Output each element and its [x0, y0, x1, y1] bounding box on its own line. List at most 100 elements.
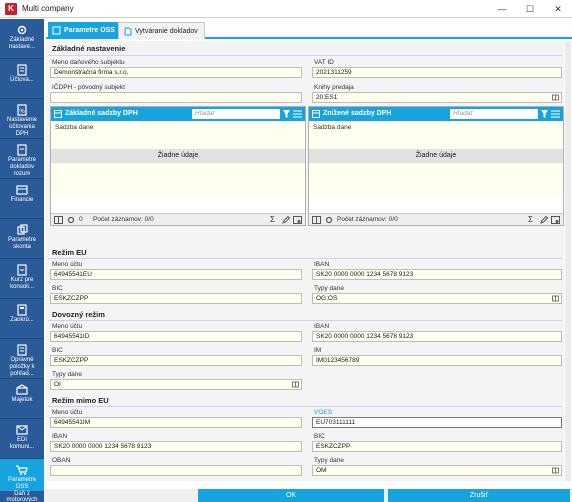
export-icon[interactable]	[293, 216, 302, 224]
minimize-button[interactable]: —	[489, 0, 515, 18]
sidebar-item-finance[interactable]: Financie	[0, 179, 44, 219]
scrollbar[interactable]	[565, 41, 571, 481]
import-account-field[interactable]: 64945541ID	[50, 331, 302, 342]
vat-id-field[interactable]: 2021311259	[312, 67, 562, 78]
gear-icon[interactable]	[325, 216, 333, 224]
eu-account-field[interactable]: 64945541EU	[50, 269, 302, 280]
cancel-button[interactable]: Zrušiť	[388, 489, 570, 502]
edit-icon[interactable]	[540, 216, 548, 224]
section-divider	[48, 320, 562, 321]
import-bic-field[interactable]: ESKZCZPP	[50, 355, 302, 366]
import-iban-field[interactable]: SK20 0000 0000 1234 5678 9123	[312, 331, 562, 342]
sidebar-item-basic-settings[interactable]: Základné nastave...	[0, 19, 44, 59]
menu-icon[interactable]	[293, 110, 302, 118]
correction-icon	[17, 344, 27, 356]
tab-settings-icon	[52, 26, 61, 35]
gear-icon[interactable]	[67, 216, 75, 224]
import-tax-types-field[interactable]: OI	[50, 379, 302, 390]
book-lookup-icon[interactable]	[292, 381, 299, 388]
edit-icon[interactable]	[282, 216, 290, 224]
sales-books-field[interactable]: 20;ES1	[312, 92, 562, 103]
voes-field[interactable]: EU703111111	[312, 417, 562, 428]
import-im-field[interactable]: IM0123456789	[312, 355, 562, 366]
eu-iban-field[interactable]: SK20 0000 0000 1234 5678 9123	[312, 269, 562, 280]
tab-label: Parametre OSS	[64, 27, 115, 34]
book-icon[interactable]	[312, 216, 321, 224]
section-divider	[48, 406, 562, 407]
grid-table-icon	[54, 110, 62, 118]
grid-search-input[interactable]: Hľadať	[450, 109, 538, 119]
close-button[interactable]: ✕	[545, 0, 571, 18]
settings-icon	[17, 25, 27, 35]
original-vat-field[interactable]	[50, 92, 302, 103]
section-title-non-eu: Režim mimo EU	[52, 396, 109, 405]
sum-icon[interactable]: Σ	[528, 215, 533, 224]
sidebar-item-label: Základné nastave...	[8, 37, 35, 50]
non-eu-tax-types-field[interactable]: OM	[312, 465, 562, 476]
non-eu-iban-field[interactable]: SK20 0000 0000 1234 5678 9123	[50, 441, 302, 452]
import-bic-label: BIC	[52, 347, 63, 354]
sidebar-item-discount-params[interactable]: Parametre skonta	[0, 219, 44, 259]
rounding-icon	[17, 304, 27, 316]
action-bar: OK Zrušiť	[44, 489, 572, 502]
sum-icon[interactable]: Σ	[270, 215, 275, 224]
eu-iban-label: IBAN	[314, 261, 330, 268]
sidebar-item-correction-items[interactable]: Opravné položky k pohľad...	[0, 339, 44, 379]
sidebar-item-label: EDI komuni...	[9, 437, 35, 450]
book-lookup-icon[interactable]	[552, 467, 559, 474]
grid-title: Základné sadzby DPH	[65, 110, 138, 117]
eu-bic-field[interactable]: ESKZCZPP	[50, 293, 302, 304]
import-tax-types-label: Typy dane	[52, 371, 82, 378]
app-logo-icon: K	[5, 3, 17, 15]
oban-field[interactable]	[50, 465, 302, 476]
sidebar-item-vehicle-tax-label[interactable]: Daň z motorových vozidiel	[0, 491, 44, 502]
eu-tax-types-label: Typy dane	[314, 285, 344, 292]
tab-create-documents[interactable]: Vytváranie dokladov	[118, 22, 205, 39]
book-icon[interactable]	[54, 216, 63, 224]
book-lookup-icon[interactable]	[552, 94, 559, 101]
sidebar-item-rounding[interactable]: Zaokrú...	[0, 299, 44, 339]
sidebar-item-property[interactable]: Majetok	[0, 379, 44, 419]
maximize-button[interactable]: ☐	[517, 0, 543, 18]
sidebar-item-exchange-rate[interactable]: Kurz pre konsoli...	[0, 259, 44, 299]
tab-oss-params[interactable]: Parametre OSS	[48, 22, 121, 39]
sidebar-item-document-params[interactable]: Parametre dokladov rozum	[0, 139, 44, 179]
sidebar-item-label: Opravné položky k pohľad...	[9, 357, 35, 377]
book-lookup-icon[interactable]	[552, 295, 559, 302]
import-iban-label: IBAN	[314, 323, 330, 330]
base-vat-rates-grid: Základné sadzby DPH Hľadať Sadzba dane Ž…	[50, 106, 306, 226]
sidebar-item-label: Účtova...	[10, 77, 34, 83]
grid-footer: Počet záznamov: 0/0 Σ	[309, 213, 563, 225]
eu-account-label: Meno účtu	[52, 261, 83, 268]
import-tax-types-value: OI	[54, 381, 61, 388]
import-account-label: Meno účtu	[52, 323, 83, 330]
export-icon[interactable]	[551, 216, 560, 224]
sidebar-item-edi[interactable]: EDI komuni...	[0, 419, 44, 459]
section-title-import: Dovozný režim	[52, 310, 105, 319]
non-eu-bic-field[interactable]: ESKZCZPP	[312, 441, 562, 452]
section-divider	[48, 55, 562, 56]
grid-search-input[interactable]: Hľadať	[192, 109, 280, 119]
company-name-field[interactable]: Demonštračná firma s.r.o.	[50, 67, 302, 78]
sidebar-item-label: Financie	[10, 197, 34, 203]
title-bar: K Multi company — ☐ ✕	[0, 0, 572, 18]
ok-button[interactable]: OK	[198, 489, 384, 502]
eu-tax-types-field[interactable]: OG;OS	[312, 293, 562, 304]
exchange-rate-icon	[17, 264, 27, 276]
non-eu-account-field[interactable]: 64945541IM	[50, 417, 302, 428]
filter-icon[interactable]	[283, 110, 290, 118]
tab-label: Vytváranie dokladov	[135, 28, 198, 35]
sidebar-item-label: Zaokrú...	[10, 317, 34, 323]
sidebar-item-vat-settings[interactable]: % Nastavenie účtovania DPH	[0, 99, 44, 139]
window-title: Multi company	[22, 4, 74, 13]
grid-empty-message: Žiadne údaje	[309, 149, 563, 163]
sidebar-item-label: Parametre dokladov rozum	[7, 157, 36, 177]
grid-record-count: Počet záznamov: 0/0	[93, 216, 154, 223]
filter-icon[interactable]	[541, 110, 548, 118]
menu-icon[interactable]	[551, 110, 560, 118]
company-name-label: Meno daňového subjektu	[52, 59, 125, 66]
non-eu-iban-label: IBAN	[52, 433, 68, 440]
grid-column-header: Sadzba dane	[313, 124, 352, 131]
eu-tax-types-value: OG;OS	[316, 295, 338, 302]
sidebar-item-accounting[interactable]: Účtova...	[0, 59, 44, 99]
